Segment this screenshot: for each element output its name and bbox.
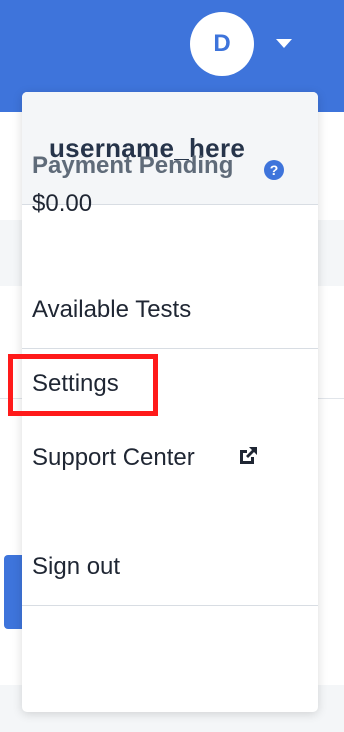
avatar-button[interactable]: D	[190, 12, 254, 76]
help-icon[interactable]: ?	[264, 160, 284, 180]
avatar-initial: D	[213, 30, 231, 57]
menu-user-section: username_here	[22, 92, 318, 205]
external-link-icon[interactable]	[236, 444, 260, 468]
menu-item-support-center[interactable]: Support Center	[32, 444, 195, 472]
menu-item-sign-out[interactable]: Sign out	[32, 553, 120, 581]
menu-item-settings[interactable]: Settings	[32, 370, 119, 398]
payment-amount: $0.00	[32, 190, 93, 217]
menu-item-available-tests[interactable]: Available Tests	[32, 296, 191, 324]
caret-down-icon[interactable]	[276, 39, 292, 48]
payment-section	[22, 205, 318, 349]
payment-pending-label: Payment Pending	[32, 152, 234, 179]
user-dropdown-menu: username_here	[22, 92, 318, 712]
help-glyph: ?	[269, 162, 279, 178]
